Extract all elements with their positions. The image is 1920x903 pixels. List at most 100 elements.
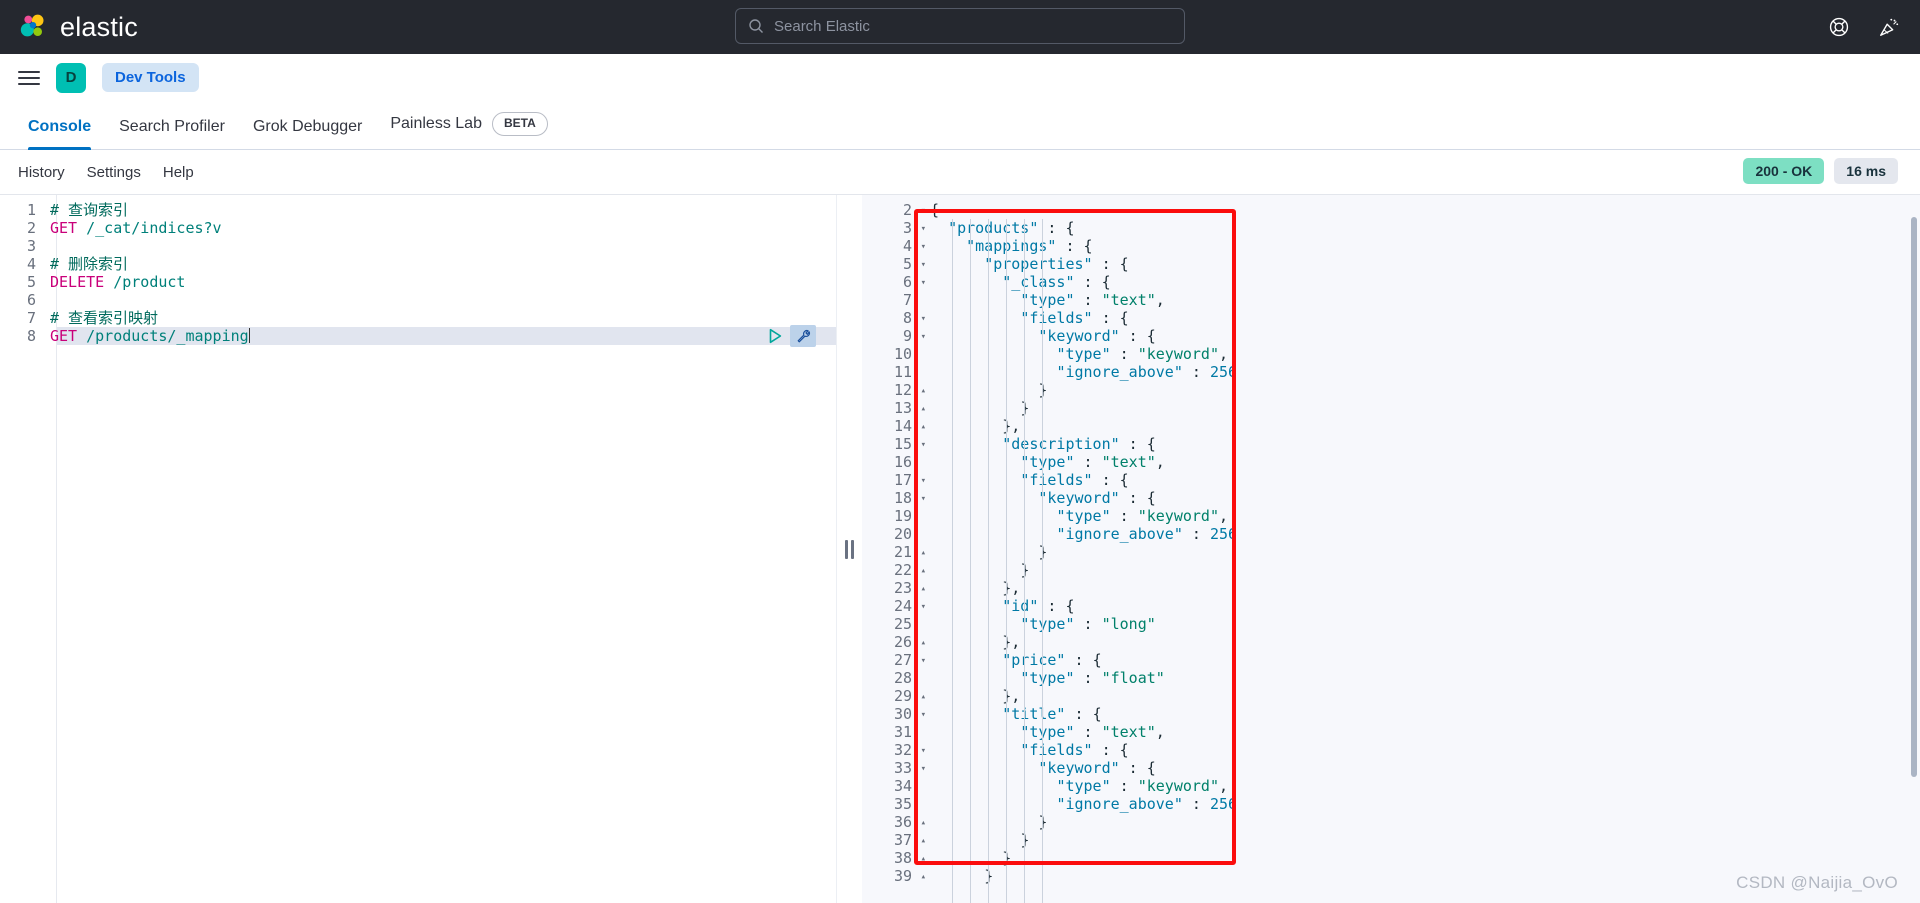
request-code-area[interactable]: 12345678 # 查询索引GET /_cat/indices?v# 删除索引… [0,195,836,345]
response-code-line[interactable]: "keyword" : { [924,489,1920,507]
response-code-line[interactable]: } [924,561,1920,579]
response-code-line[interactable]: }, [924,633,1920,651]
response-line-number: 32▾ [862,741,920,759]
response-code-line[interactable]: "products" : { [924,219,1920,237]
json-punctuation: { [1147,435,1156,453]
response-line-number: 2▾ [862,201,920,219]
request-line-number: 8 [0,327,44,345]
response-code-line[interactable]: "title" : { [924,705,1920,723]
elastic-logo-icon [18,12,48,42]
help-button[interactable]: Help [163,164,194,181]
json-key: "type" [1056,507,1110,525]
global-search[interactable]: Search Elastic [735,8,1185,44]
tab-grok-debugger[interactable]: Grok Debugger [239,118,376,149]
run-request-controls[interactable] [766,325,816,347]
response-code-line[interactable]: "fields" : { [924,471,1920,489]
response-code-line[interactable]: "mappings" : { [924,237,1920,255]
response-code-line[interactable]: } [924,399,1920,417]
tab-painless-lab[interactable]: Painless Lab BETA [376,112,561,149]
search-input[interactable]: Search Elastic [774,18,870,35]
json-punctuation: , [1156,723,1165,741]
tab-search-profiler[interactable]: Search Profiler [105,118,239,149]
help-lifebuoy-icon[interactable] [1826,14,1852,40]
response-code-line[interactable]: "keyword" : { [924,327,1920,345]
response-code-line[interactable]: "ignore_above" : 256 [924,363,1920,381]
response-code-line[interactable]: { [924,201,1920,219]
response-code-line[interactable]: "properties" : { [924,255,1920,273]
response-code-line[interactable]: "type" : "text", [924,723,1920,741]
request-code-line[interactable]: # 删除索引 [44,255,836,273]
whats-new-icon[interactable] [1876,14,1902,40]
response-code-line[interactable]: } [924,813,1920,831]
json-string: "text" [1102,453,1156,471]
json-string: "keyword" [1138,777,1219,795]
request-code-body[interactable]: # 查询索引GET /_cat/indices?v # 删除索引DELETE /p… [44,195,836,345]
json-key: "id" [1002,597,1038,615]
request-code-line[interactable]: # 查询索引 [44,201,836,219]
tab-console[interactable]: Console [14,118,105,149]
json-key: "fields" [1020,741,1092,759]
response-code-line[interactable]: "ignore_above" : 256 [924,525,1920,543]
response-code-line[interactable]: }, [924,417,1920,435]
json-punctuation: : [1120,435,1138,453]
hamburger-menu-icon[interactable] [18,71,40,85]
pane-splitter[interactable] [836,195,862,903]
code-token-sp [77,219,86,237]
response-code-line[interactable]: "id" : { [924,597,1920,615]
splitter-grip-icon[interactable] [845,540,854,559]
response-code-line[interactable]: "fields" : { [924,741,1920,759]
request-code-line[interactable]: DELETE /product [44,273,836,291]
space-avatar[interactable]: D [56,63,86,93]
response-code-line[interactable]: "price" : { [924,651,1920,669]
json-punctuation: : [1120,327,1138,345]
play-icon[interactable] [766,327,784,345]
response-code-line[interactable]: "keyword" : { [924,759,1920,777]
request-code-line[interactable]: GET /products/_mapping [44,327,836,345]
json-punctuation: : [1065,705,1083,723]
response-code-area[interactable]: 2▾3▾4▾5▾6▾78▾9▾101112▴13▴14▴15▾1617▾18▾1… [862,195,1920,885]
brand[interactable]: elastic [0,12,138,43]
search-box[interactable]: Search Elastic [735,8,1185,44]
response-code-line[interactable]: } [924,381,1920,399]
response-code-line[interactable]: "description" : { [924,435,1920,453]
request-code-line[interactable]: # 查看索引映射 [44,309,836,327]
response-code-line[interactable]: "type" : "keyword", [924,345,1920,363]
response-code-line[interactable]: "type" : "keyword", [924,777,1920,795]
response-code-line[interactable]: "type" : "text", [924,453,1920,471]
indent-guide [952,219,953,903]
settings-button[interactable]: Settings [87,164,141,181]
response-vertical-scrollbar[interactable] [1911,217,1917,777]
json-punctuation: : [1075,669,1093,687]
response-code-line[interactable]: }, [924,687,1920,705]
response-code-line[interactable]: } [924,831,1920,849]
response-code-line[interactable]: "ignore_above" : 256 [924,795,1920,813]
response-line-number: 29▴ [862,687,920,705]
response-code-line[interactable]: } [924,543,1920,561]
request-code-line[interactable] [44,237,836,255]
response-code-line[interactable]: "_class" : { [924,273,1920,291]
request-editor-pane[interactable]: 12345678 # 查询索引GET /_cat/indices?v# 删除索引… [0,195,836,903]
response-code-body[interactable]: { "products" : { "mappings" : { "propert… [924,195,1920,885]
json-punctuation: , [1011,687,1020,705]
response-code-line[interactable]: "fields" : { [924,309,1920,327]
response-code-line[interactable]: "type" : "keyword", [924,507,1920,525]
response-code-line[interactable]: "type" : "long" [924,615,1920,633]
request-code-line[interactable] [44,291,836,309]
response-code-line[interactable]: }, [924,579,1920,597]
response-code-line[interactable]: "type" : "float" [924,669,1920,687]
tab-painless-lab-label: Painless Lab [390,115,482,133]
code-token-url: /products/_mapping [86,327,249,345]
wrench-icon[interactable] [790,325,816,347]
indent-guide [988,219,989,903]
breadcrumb-dev-tools[interactable]: Dev Tools [102,63,199,92]
json-punctuation: { [1120,309,1129,327]
history-button[interactable]: History [18,164,65,181]
response-code-line[interactable]: } [924,849,1920,867]
response-code-line[interactable]: "type" : "text", [924,291,1920,309]
response-line-number: 25 [862,615,920,633]
json-number: 256 [1210,525,1237,543]
response-viewer-pane[interactable]: 2▾3▾4▾5▾6▾78▾9▾101112▴13▴14▴15▾1617▾18▾1… [862,195,1920,903]
code-token-sp [77,327,86,345]
json-punctuation: : [1056,237,1074,255]
request-code-line[interactable]: GET /_cat/indices?v [44,219,836,237]
